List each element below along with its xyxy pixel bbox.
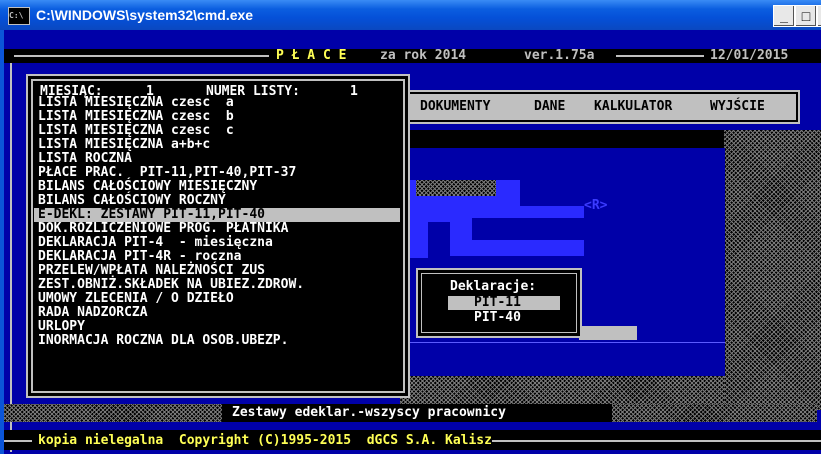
maximize-button[interactable]: □ [795,5,817,27]
top-menu-bar: DOKUMENTY DANE KALKULATOR WYJŚCIE [402,92,798,122]
menu-item-przelew-zus[interactable]: PRZELEW/WPŁATA NALEŻNOŚCI ZUS [38,264,265,278]
menu-dokumenty[interactable]: DOKUMENTY [420,99,490,114]
popup-option-pit11[interactable]: PIT-11 [474,295,521,310]
status-bar: Zestawy edeklar.-wszyscy pracownicy [4,404,817,422]
menu-item-umowy[interactable]: UMOWY ZLECENIA / O DZIEŁO [38,292,234,306]
footer-text: kopia nielegalna Copyright (C)1995-2015 … [38,433,492,448]
header-rule-right [616,55,704,57]
menu-item-dok-rozliczeniowe[interactable]: DOK.ROZLICZENIOWE PROG. PŁATNIKA [38,222,288,236]
menu-item-place-prac[interactable]: PŁACE PRAC. PIT-11,PIT-40,PIT-37 [38,166,296,180]
window-titlebar[interactable]: C:\ C:\WINDOWS\system32\cmd.exe _ □ × [0,0,821,30]
work-area-hatch-right [724,130,821,410]
footer-bar: kopia nielegalna Copyright (C)1995-2015 … [4,430,821,450]
year-text: za rok 2014 [380,48,467,63]
console-screen: P Ł A C E za rok 2014 ver.1.75a 12/01/20… [4,30,821,454]
header-rule-left [14,55,269,57]
marker-text: <R> [584,198,608,213]
menu-item-pit4[interactable]: DEKLARACJA PIT-4 - miesięczna [38,236,273,250]
hatch-block-1 [416,180,496,196]
menu-item-lista-miesieczna-abc[interactable]: LISTA MIESIĘCZNA a+b+c [38,138,210,152]
menu-item-lista-miesieczna-b[interactable]: LISTA MIESIĘCZNA czesc b [38,110,234,124]
work-area-rule [400,342,725,343]
declarations-popup: Deklaracje: PIT-11 PIT-40 [416,268,582,338]
menu-item-zest-obniz[interactable]: ZEST.OBNIŻ.SKŁADEK NA UBIEZ.ZDROW. [38,278,304,292]
menu-dane[interactable]: DANE [534,99,565,114]
menu-item-rada-nadzorcza[interactable]: RADA NADZORCZA [38,306,148,320]
menu-kalkulator[interactable]: KALKULATOR [594,99,672,114]
menu-item-urlopy[interactable]: URLOPY [38,320,85,334]
date-text: 12/01/2015 [710,48,789,63]
menu-item-bilans-miesieczny[interactable]: BILANS CAŁOŚCIOWY MIESIĘCZNY [38,180,257,194]
version-text: ver.1.75a [524,48,595,63]
menu-item-lista-roczna[interactable]: LISTA ROCZNA [38,152,132,166]
cmd-icon: C:\ [8,7,30,25]
blue-gap [472,218,584,240]
status-text: Zestawy edeklar.-wszyscy pracownicy [232,405,506,420]
close-button[interactable]: × [817,5,821,27]
footer-rule-left [4,440,32,442]
header-bar: P Ł A C E za rok 2014 ver.1.75a 12/01/20… [4,48,821,63]
menu-item-lista-miesieczna-c[interactable]: LISTA MIESIĘCZNA czesc c [38,124,234,138]
window-title: C:\WINDOWS\system32\cmd.exe [36,7,254,23]
menu-item-e-dekl[interactable]: E-DEKL: ZESTAWY PIT-11,PIT-40 [34,208,400,222]
input-box[interactable] [579,326,637,340]
footer-rule-right [492,440,821,442]
menu-wyjscie[interactable]: WYJŚCIE [710,99,765,114]
dropdown-items: LISTA MIESIĘCZNA czesc a LISTA MIESIĘCZN… [26,74,406,394]
frame-left-line [10,54,12,452]
menu-item-bilans-roczny[interactable]: BILANS CAŁOŚCIOWY ROCZNY [38,194,226,208]
popup-title: Deklaracje: [450,279,537,294]
minimize-button[interactable]: _ [773,5,795,27]
app-name: P Ł A C E [276,48,347,63]
menu-item-pit4r[interactable]: DEKLARACJA PIT-4R - roczna [38,250,242,264]
menu-item-lista-miesieczna-a[interactable]: LISTA MIESIĘCZNA czesc a [38,96,234,110]
popup-option-pit40[interactable]: PIT-40 [474,310,521,325]
menu-item-informacja-roczna[interactable]: INORMACJA ROCZNA DLA OSOB.UBEZP. [38,334,288,348]
